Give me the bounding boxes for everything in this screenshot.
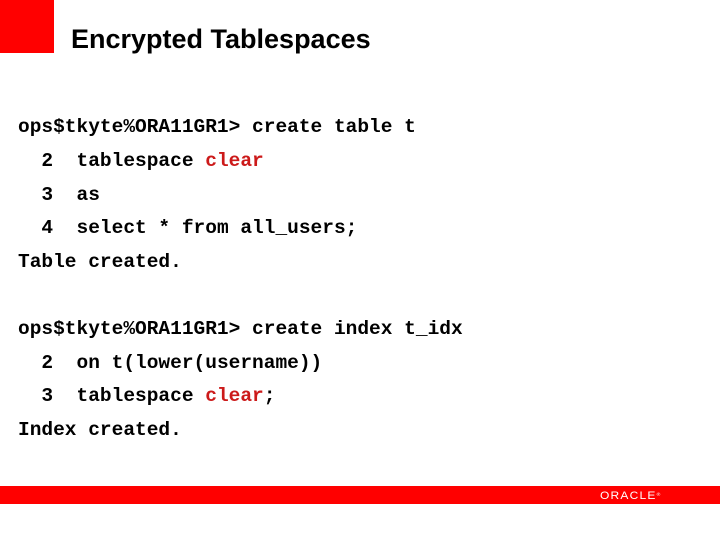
- logo-text: ORACLE: [600, 488, 657, 502]
- corner-accent-square: [0, 0, 54, 53]
- code-line: 3 as: [18, 184, 100, 206]
- line-number: 3: [41, 184, 54, 206]
- highlighted-keyword: clear: [205, 385, 264, 407]
- code-text: select * from all_users;: [76, 217, 358, 239]
- line-number: 2: [41, 352, 54, 374]
- prompt-line: ops$tkyte%ORA11GR1> create index t_idx: [18, 318, 463, 340]
- code-line: 2 tablespace clear: [18, 150, 264, 172]
- prompt-line: ops$tkyte%ORA11GR1> create table t: [18, 116, 416, 138]
- code-block-create-table: ops$tkyte%ORA11GR1> create table t 2 tab…: [18, 116, 416, 273]
- code-line: 3 tablespace clear;: [18, 385, 275, 407]
- code-line: 2 on t(lower(username)): [18, 352, 322, 374]
- line-number: 4: [41, 217, 54, 239]
- line-number: 2: [41, 150, 54, 172]
- registered-mark: ®: [656, 492, 661, 498]
- code-text: on t(lower(username)): [76, 352, 323, 374]
- code-text-suffix: ;: [263, 385, 276, 407]
- line-number: 3: [41, 385, 54, 407]
- result-line: Index created.: [18, 419, 182, 441]
- highlighted-keyword: clear: [205, 150, 264, 172]
- code-text: tablespace: [76, 150, 206, 172]
- code-text: as: [76, 184, 100, 206]
- slide-title: Encrypted Tablespaces: [71, 24, 371, 54]
- code-text: tablespace: [76, 385, 206, 407]
- code-line: 4 select * from all_users;: [18, 217, 357, 239]
- code-block-create-index: ops$tkyte%ORA11GR1> create index t_idx 2…: [18, 318, 463, 441]
- oracle-logo: ORACLE®: [600, 487, 660, 502]
- result-line: Table created.: [18, 251, 182, 273]
